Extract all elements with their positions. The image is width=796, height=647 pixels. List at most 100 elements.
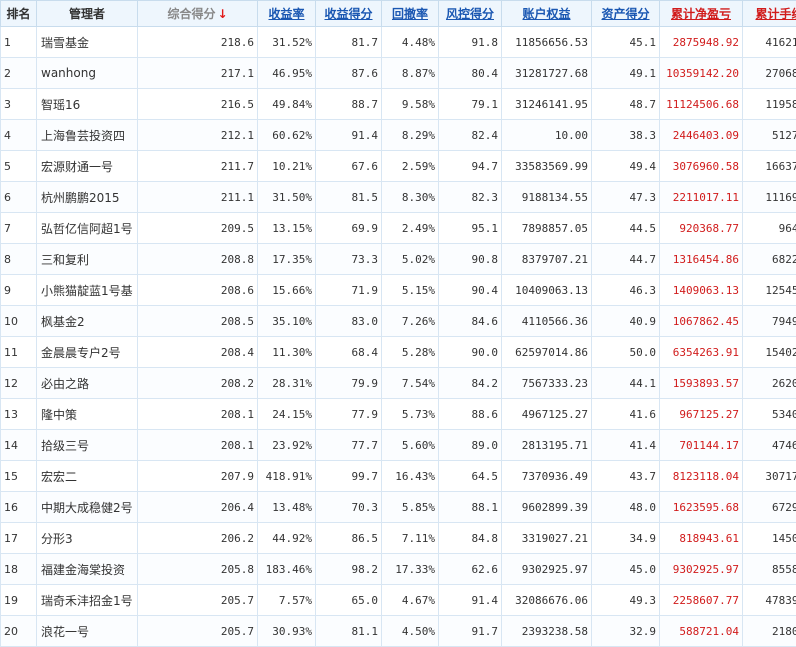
cell-return-score: 81.1: [316, 616, 382, 647]
cell-manager-link[interactable]: wanhong: [37, 58, 138, 89]
cell-manager-link[interactable]: 中期大成稳健2号: [37, 492, 138, 523]
header-return-score-sort[interactable]: 收益得分: [316, 1, 382, 27]
cell-net-pnl: 588721.04: [660, 616, 743, 647]
cell-manager-link[interactable]: 必由之路: [37, 368, 138, 399]
cell-manager-link[interactable]: 弘哲亿信阿超1号: [37, 213, 138, 244]
table-row: 17分形3206.244.92%86.57.11%84.83319027.213…: [1, 523, 796, 554]
cell-equity: 11856656.53: [502, 27, 592, 58]
cell-drawdown: 5.60%: [382, 430, 439, 461]
cell-rank: 9: [1, 275, 37, 306]
cell-risk-score: 89.0: [439, 430, 502, 461]
cell-net-pnl: 8123118.04: [660, 461, 743, 492]
sort-desc-arrow-icon: ↓: [217, 7, 227, 21]
cell-return-score: 98.2: [316, 554, 382, 585]
table-row: 12必由之路208.228.31%79.97.54%84.27567333.23…: [1, 368, 796, 399]
cell-fees: 51276.91: [743, 120, 796, 151]
cell-return-rate: 31.52%: [258, 27, 316, 58]
cell-composite-score: 206.4: [138, 492, 258, 523]
cell-manager-link[interactable]: 杭州鹏鹏2015: [37, 182, 138, 213]
table-row: 13隆中策208.124.15%77.95.73%88.64967125.274…: [1, 399, 796, 430]
cell-risk-score: 88.6: [439, 399, 502, 430]
cell-manager-link[interactable]: 上海鲁芸投资四: [37, 120, 138, 151]
header-fees-sort[interactable]: 累计手续费: [743, 1, 796, 27]
cell-manager-link[interactable]: 小熊猫靛蓝1号基: [37, 275, 138, 306]
cell-return-score: 73.3: [316, 244, 382, 275]
cell-asset-score: 44.5: [592, 213, 660, 244]
cell-return-rate: 183.46%: [258, 554, 316, 585]
cell-equity: 4110566.36: [502, 306, 592, 337]
header-risk-score-sort[interactable]: 风控得分: [439, 1, 502, 27]
cell-equity: 33583569.99: [502, 151, 592, 182]
cell-net-pnl: 3076960.58: [660, 151, 743, 182]
cell-asset-score: 43.7: [592, 461, 660, 492]
cell-manager-link[interactable]: 拾级三号: [37, 430, 138, 461]
cell-manager-link[interactable]: 智瑶16: [37, 89, 138, 120]
cell-composite-score: 205.8: [138, 554, 258, 585]
header-manager: 管理者: [37, 1, 138, 27]
cell-manager-link[interactable]: 瑞雪基金: [37, 27, 138, 58]
cell-return-rate: 24.15%: [258, 399, 316, 430]
header-drawdown-sort[interactable]: 回撤率: [382, 1, 439, 27]
cell-risk-score: 82.4: [439, 120, 502, 151]
cell-manager-link[interactable]: 宏源财通一号: [37, 151, 138, 182]
header-composite-score-sort[interactable]: 综合得分↓: [138, 1, 258, 27]
cell-rank: 7: [1, 213, 37, 244]
cell-composite-score: 205.7: [138, 616, 258, 647]
cell-asset-score: 38.3: [592, 120, 660, 151]
cell-net-pnl: 1067862.45: [660, 306, 743, 337]
cell-risk-score: 94.7: [439, 151, 502, 182]
cell-return-score: 71.9: [316, 275, 382, 306]
cell-asset-score: 48.7: [592, 89, 660, 120]
cell-net-pnl: 2446403.09: [660, 120, 743, 151]
cell-manager-link[interactable]: 浪花一号: [37, 616, 138, 647]
cell-manager-link[interactable]: 瑞奇禾沣招金1号: [37, 585, 138, 616]
cell-risk-score: 64.5: [439, 461, 502, 492]
header-equity-sort[interactable]: 账户权益: [502, 1, 592, 27]
cell-risk-score: 62.6: [439, 554, 502, 585]
cell-composite-score: 207.9: [138, 461, 258, 492]
cell-manager-link[interactable]: 宏宏二: [37, 461, 138, 492]
cell-asset-score: 44.1: [592, 368, 660, 399]
cell-composite-score: 208.2: [138, 368, 258, 399]
cell-equity: 32086676.06: [502, 585, 592, 616]
cell-return-score: 91.4: [316, 120, 382, 151]
cell-manager-link[interactable]: 福建金海棠投资: [37, 554, 138, 585]
cell-fees: 26204.49: [743, 368, 796, 399]
cell-rank: 18: [1, 554, 37, 585]
cell-return-score: 81.5: [316, 182, 382, 213]
cell-manager-link[interactable]: 三和复利: [37, 244, 138, 275]
cell-manager-link[interactable]: 枫基金2: [37, 306, 138, 337]
cell-return-score: 65.0: [316, 585, 382, 616]
cell-composite-score: 217.1: [138, 58, 258, 89]
cell-risk-score: 90.4: [439, 275, 502, 306]
cell-return-rate: 10.21%: [258, 151, 316, 182]
cell-asset-score: 46.3: [592, 275, 660, 306]
table-row: 20浪花一号205.730.93%81.14.50%91.72393238.58…: [1, 616, 796, 647]
cell-equity: 3319027.21: [502, 523, 592, 554]
cell-net-pnl: 1316454.86: [660, 244, 743, 275]
header-asset-score-sort[interactable]: 资产得分: [592, 1, 660, 27]
cell-asset-score: 41.4: [592, 430, 660, 461]
cell-asset-score: 44.7: [592, 244, 660, 275]
cell-manager-link[interactable]: 分形3: [37, 523, 138, 554]
table-row: 5宏源财通一号211.710.21%67.62.59%94.733583569.…: [1, 151, 796, 182]
cell-manager-link[interactable]: 隆中策: [37, 399, 138, 430]
cell-manager-link[interactable]: 金晨晨专户2号: [37, 337, 138, 368]
cell-drawdown: 4.48%: [382, 27, 439, 58]
header-net-pnl-sort[interactable]: 累计净盈亏: [660, 1, 743, 27]
cell-drawdown: 5.02%: [382, 244, 439, 275]
cell-equity: 9188134.55: [502, 182, 592, 213]
cell-return-rate: 46.95%: [258, 58, 316, 89]
table-row: 18福建金海棠投资205.8183.46%98.217.33%62.693029…: [1, 554, 796, 585]
table-row: 1瑞雪基金218.631.52%81.74.48%91.811856656.53…: [1, 27, 796, 58]
header-composite-label: 综合得分: [167, 7, 215, 21]
header-return-rate-sort[interactable]: 收益率: [258, 1, 316, 27]
cell-return-rate: 11.30%: [258, 337, 316, 368]
cell-asset-score: 50.0: [592, 337, 660, 368]
cell-risk-score: 84.8: [439, 523, 502, 554]
cell-fees: 307170.24: [743, 461, 796, 492]
cell-rank: 20: [1, 616, 37, 647]
cell-drawdown: 7.11%: [382, 523, 439, 554]
cell-equity: 8379707.21: [502, 244, 592, 275]
cell-asset-score: 49.4: [592, 151, 660, 182]
